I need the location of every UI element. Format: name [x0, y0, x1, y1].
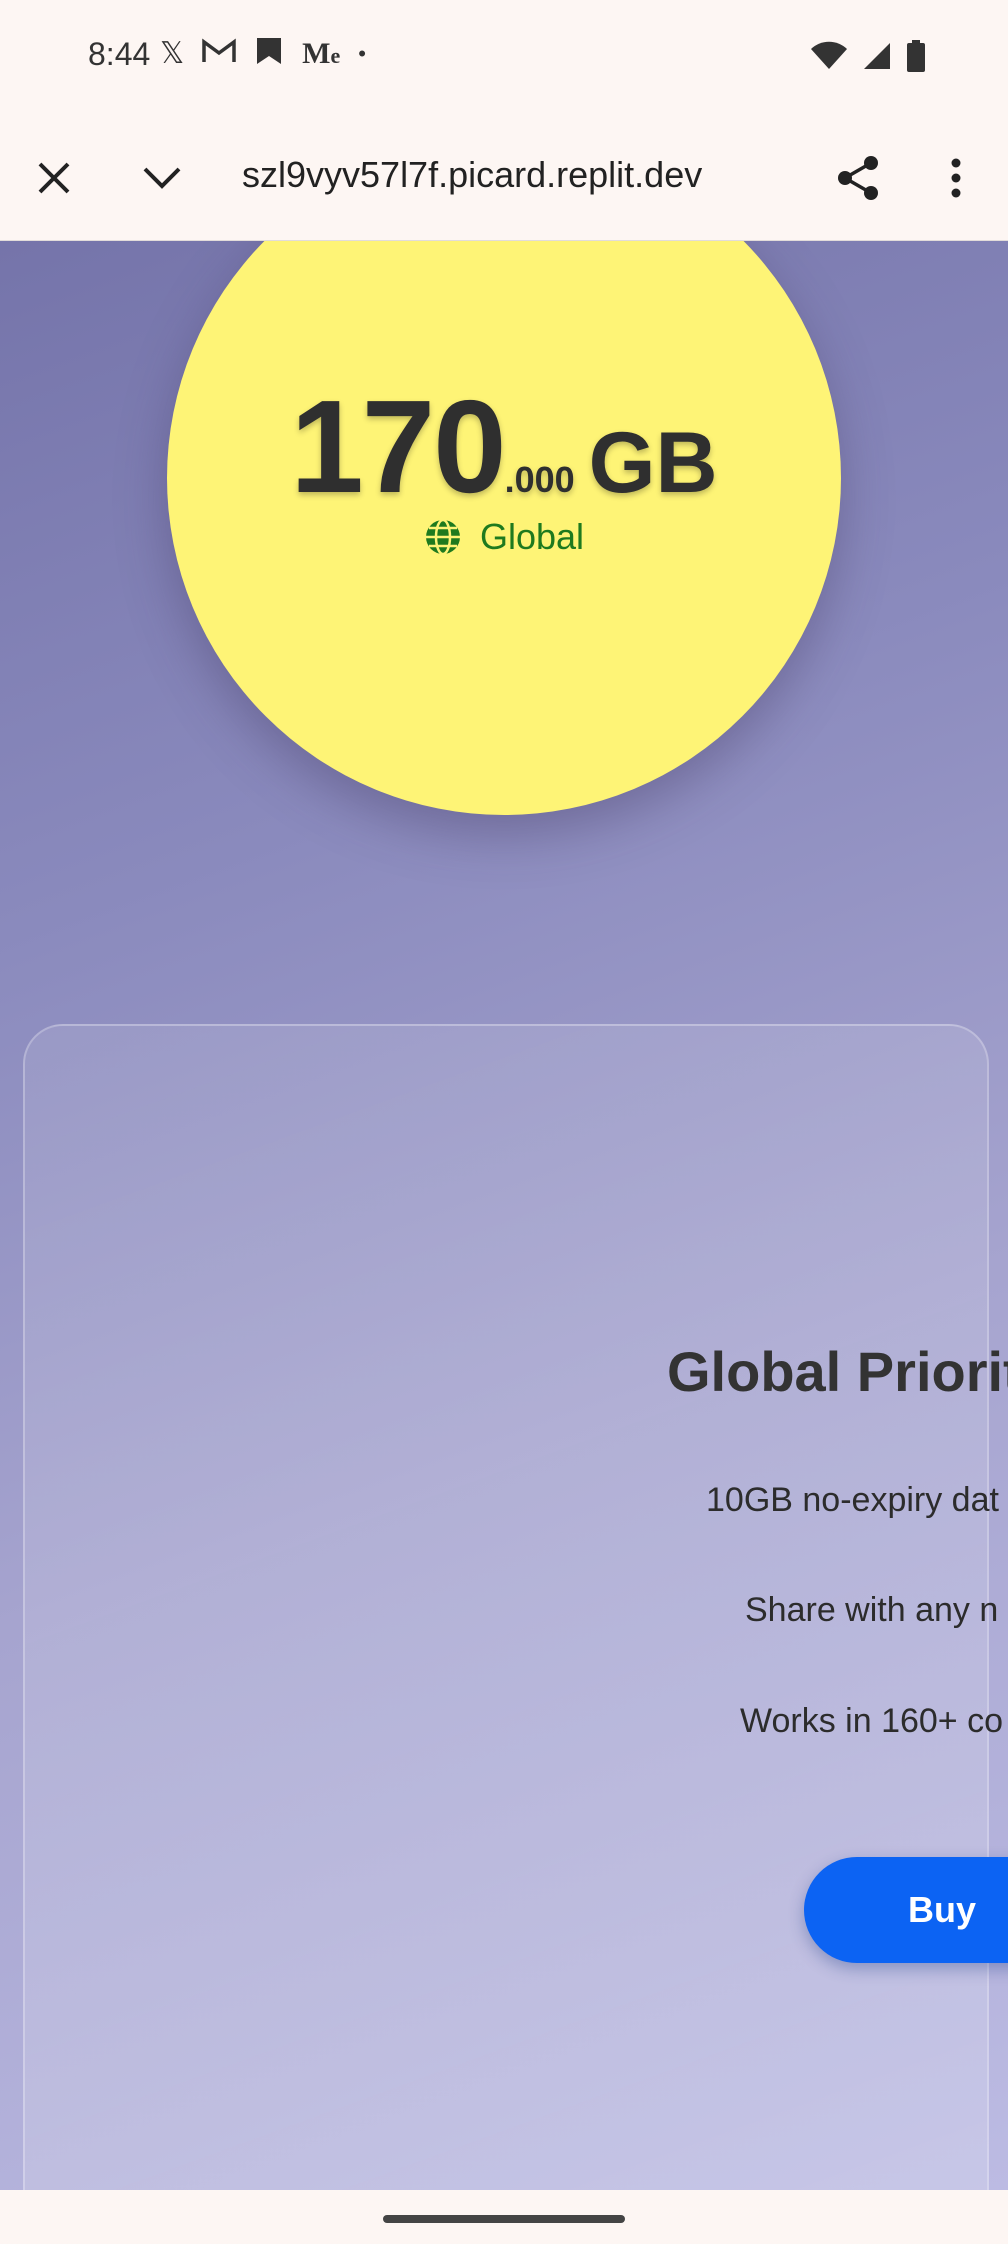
region-indicator: Global [167, 516, 841, 558]
gmail-icon [202, 38, 236, 70]
x-icon: 𝕏 [160, 37, 185, 70]
wifi-icon [810, 41, 848, 76]
more-options-button[interactable] [926, 148, 986, 208]
data-balance-circle: 170.000 GB Global [167, 241, 841, 815]
more-vert-icon [951, 158, 961, 198]
signal-icon [862, 41, 892, 76]
medium-icon: Me [302, 37, 341, 70]
home-gesture-handle[interactable] [383, 2215, 625, 2223]
close-tab-button[interactable] [24, 148, 84, 208]
region-label: Global [479, 516, 585, 557]
chevron-down-icon [143, 167, 181, 189]
buy-button[interactable]: Buy [804, 1857, 1008, 1963]
navigation-bar [0, 2190, 1008, 2244]
battery-icon [906, 40, 926, 77]
plan-feature: Works in 160+ co [740, 1702, 1004, 1740]
web-content: 170.000 GB Global Global Priorit 10GB no-… [0, 241, 1008, 2190]
minimize-button[interactable] [132, 148, 192, 208]
status-time: 8:44 [88, 36, 151, 72]
globe-icon [425, 518, 460, 556]
data-amount-unit: GB [588, 415, 718, 511]
close-icon [38, 162, 70, 194]
plan-title: Global Priorit [667, 1340, 1008, 1403]
data-amount-decimal: .000 [504, 459, 575, 500]
share-button[interactable] [828, 148, 888, 208]
url-bar[interactable]: szl9vyv57l7f.picard.replit.dev [242, 154, 762, 202]
data-amount-integer: 170 [290, 373, 506, 520]
status-bar: 8:44 𝕏 Me • [0, 0, 1008, 116]
share-icon [838, 156, 878, 200]
dot-icon: • [358, 41, 366, 66]
plan-feature: 10GB no-expiry dat [706, 1481, 999, 1519]
plan-feature: Share with any n [745, 1591, 999, 1629]
bookmark-icon [254, 36, 284, 72]
browser-toolbar: szl9vyv57l7f.picard.replit.dev [0, 116, 1008, 241]
data-amount: 170.000 GB [167, 371, 841, 522]
system-icons [810, 40, 926, 77]
notification-icons: 𝕏 Me • [160, 36, 366, 72]
